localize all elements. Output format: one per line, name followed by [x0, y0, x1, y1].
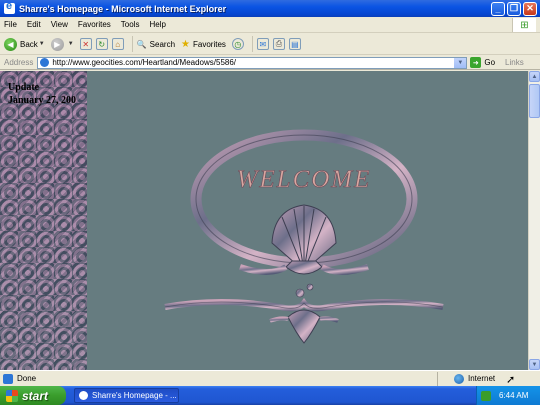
start-label: start: [22, 388, 49, 403]
scroll-down-button[interactable]: ▼: [529, 359, 540, 370]
windows-flag-icon: [6, 389, 18, 402]
address-url: http://www.geocities.com/Heartland/Meado…: [52, 58, 237, 67]
favorites-button[interactable]: ★ Favorites: [181, 39, 226, 50]
taskbar: start Sharre's Homepage - ... 6:44 AM: [0, 386, 540, 405]
menu-favorites[interactable]: Favorites: [78, 20, 111, 29]
chevron-down-icon[interactable]: ▼: [454, 57, 467, 68]
mail-button[interactable]: ✉: [256, 38, 269, 50]
menu-tools[interactable]: Tools: [121, 20, 140, 29]
update-date: January 27, 200: [8, 95, 77, 106]
refresh-button[interactable]: ↻: [95, 38, 108, 50]
print-button[interactable]: ⎙: [272, 38, 285, 50]
status-text: Done: [17, 374, 37, 383]
chevron-down-icon[interactable]: ▼: [68, 41, 74, 47]
title-bar: Sharre's Homepage - Microsoft Internet E…: [0, 0, 540, 17]
history-button[interactable]: ◷: [231, 38, 244, 50]
home-button[interactable]: ⌂: [111, 38, 124, 50]
start-button[interactable]: start: [0, 386, 66, 405]
go-arrow-icon: ➜: [470, 57, 482, 68]
update-label: Update: [8, 82, 40, 93]
menu-help[interactable]: Help: [149, 20, 165, 29]
seashell-icon: [239, 204, 369, 275]
back-button[interactable]: ◀ Back ▼: [4, 37, 45, 51]
update-notice: Update January 27, 200: [8, 81, 76, 107]
page-content: Update January 27, 200 WELCOME: [0, 71, 528, 370]
address-label: Address: [4, 58, 34, 67]
close-button[interactable]: ✕: [523, 1, 537, 16]
forward-button[interactable]: ▶ ▼: [50, 37, 74, 51]
security-zone: Internet: [454, 373, 496, 384]
search-icon: 🔍: [136, 39, 147, 49]
separator: [251, 36, 253, 52]
globe-icon: [454, 373, 464, 384]
go-label: Go: [484, 58, 496, 67]
page-done-icon: [3, 373, 13, 384]
vertical-scrollbar[interactable]: ▲ ▼: [528, 71, 540, 370]
flourish-ornament: [164, 283, 444, 344]
status-bar: Done Internet: [0, 370, 540, 386]
scroll-up-button[interactable]: ▲: [529, 71, 540, 82]
decorative-sidebar: [0, 71, 87, 370]
separator: [131, 36, 133, 52]
maximize-button[interactable]: ❐: [507, 1, 521, 16]
clock[interactable]: 6:44 AM: [499, 391, 528, 400]
ie-icon: [79, 391, 88, 400]
task-label: Sharre's Homepage - ...: [92, 391, 177, 400]
address-bar: Address http://www.geocities.com/Heartla…: [0, 56, 540, 70]
scroll-thumb[interactable]: [529, 84, 540, 118]
separator: [437, 371, 438, 386]
minimize-button[interactable]: _: [491, 1, 505, 16]
favorites-label: Favorites: [193, 39, 226, 49]
menu-edit[interactable]: Edit: [27, 20, 41, 29]
welcome-graphic: WELCOME: [164, 129, 444, 344]
mouse-cursor-icon: ➚: [506, 374, 516, 386]
menu-bar: File Edit View Favorites Tools Help ⊞: [0, 17, 540, 33]
chevron-down-icon[interactable]: ▼: [39, 41, 45, 47]
star-icon: ★: [181, 38, 190, 50]
menu-file[interactable]: File: [4, 20, 17, 29]
address-input[interactable]: http://www.geocities.com/Heartland/Meado…: [37, 56, 468, 69]
windows-logo-icon: ⊞: [512, 18, 536, 32]
welcome-text: WELCOME: [237, 166, 372, 193]
taskbar-item-ie[interactable]: Sharre's Homepage - ...: [74, 388, 179, 403]
search-label: Search: [149, 39, 176, 49]
stop-button[interactable]: ✕: [79, 38, 92, 50]
back-label: Back: [20, 39, 38, 49]
search-button[interactable]: 🔍 Search: [137, 40, 175, 49]
toolbar: ◀ Back ▼ ▶ ▼ ✕ ↻ ⌂ 🔍 Search ★ Favorites …: [0, 34, 540, 55]
back-arrow-icon: ◀: [4, 37, 17, 51]
edit-button[interactable]: ▤: [288, 38, 301, 50]
menu-view[interactable]: View: [51, 20, 68, 29]
go-button[interactable]: ➜ Go: [470, 57, 495, 68]
zone-label: Internet: [468, 374, 496, 383]
window-title: Sharre's Homepage - Microsoft Internet E…: [19, 3, 227, 14]
system-tray: 6:44 AM: [476, 386, 540, 405]
links-button[interactable]: Links: [505, 58, 524, 67]
network-icon[interactable]: [481, 390, 491, 401]
page-icon: [40, 58, 50, 67]
ie-icon: [4, 0, 15, 14]
forward-arrow-icon: ▶: [50, 37, 64, 51]
